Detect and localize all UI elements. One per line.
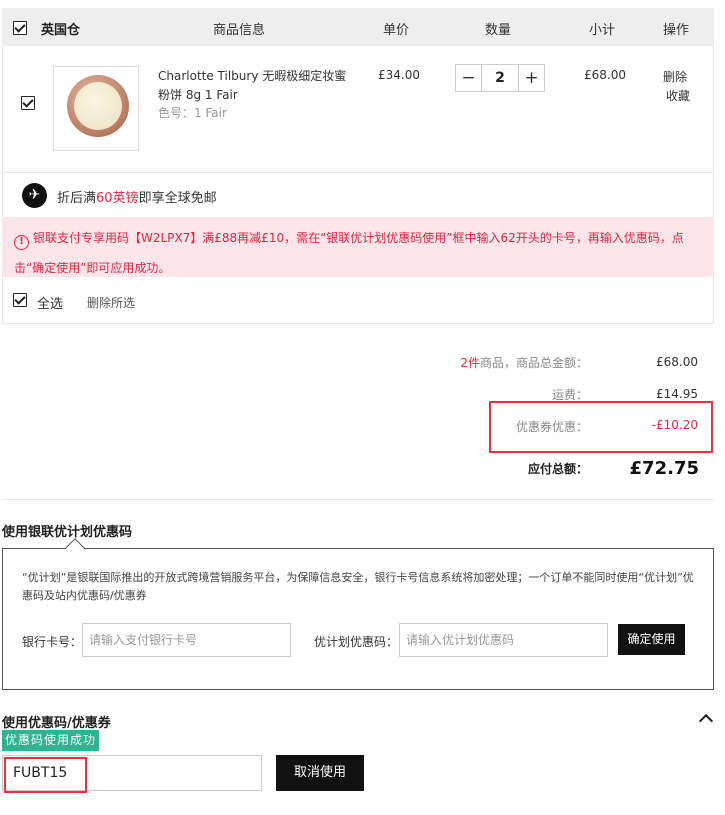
unionpay-code-label: 优计划优惠码： (314, 635, 399, 649)
divider (2, 499, 714, 500)
column-quantity: 数量 (485, 23, 512, 38)
free-shipping-suffix: 即享全球免邮 (138, 191, 217, 206)
column-subtotal: 小计 (589, 23, 616, 38)
divider (2, 172, 714, 173)
delete-selected-link[interactable]: 删除所选 (87, 294, 135, 311)
quantity-decrease-button[interactable]: − (456, 65, 482, 91)
product-name-line2[interactable]: 粉饼 8g 1 Fair (158, 86, 238, 103)
item-count: 2件 (460, 356, 480, 370)
unit-price: £34.00 (378, 68, 420, 82)
column-actions: 操作 (663, 23, 690, 38)
cancel-coupon-button[interactable]: 取消使用 (276, 755, 364, 791)
highlight-box-coupon (4, 757, 87, 793)
quantity-value[interactable]: 2 (483, 65, 517, 91)
bank-card-input[interactable]: 请输入支付银行卡号 (82, 623, 291, 657)
delete-item-link[interactable]: 删除 (663, 68, 687, 85)
select-all-label[interactable]: 全选 (37, 293, 63, 312)
free-shipping-amount: 60英镑 (96, 191, 139, 206)
warehouse-label: 英国仓 (41, 23, 81, 38)
unionpay-description: “优计划”是银联国际推出的开放式跨境营销服务平台，为保障信息安全，银行卡号信息系… (22, 571, 694, 602)
bank-card-label: 银行卡号： (22, 635, 83, 649)
unionpay-code-input[interactable]: 请输入优计划优惠码 (399, 623, 608, 657)
airplane-icon: ✈ (22, 183, 47, 208)
unionpay-promo-banner: ! 银联支付专享用码【W2LPX7】满£88再减£10，需在“银联优计划优惠码使用… (2, 217, 714, 277)
free-shipping-prefix: 折后满 (57, 191, 97, 206)
coupon-section-title: 使用优惠码/优惠券 (2, 716, 111, 731)
payable-total-value: £72.75 (629, 458, 699, 479)
shipping-value: £14.95 (656, 387, 698, 401)
confirm-unionpay-button[interactable]: 确定使用 (618, 624, 685, 655)
unionpay-section-title: 使用银联优计划优惠码 (2, 525, 133, 540)
item-subtotal: £68.00 (584, 68, 626, 82)
favorite-item-link[interactable]: 收藏 (666, 87, 690, 104)
coupon-success-badge: 优惠码使用成功 (2, 730, 100, 751)
column-unit-price: 单价 (383, 23, 410, 38)
quantity-increase-button[interactable]: + (518, 65, 544, 91)
goods-total-value: £68.00 (656, 355, 698, 369)
chevron-up-icon[interactable] (698, 713, 714, 729)
column-product-info: 商品信息 (213, 23, 266, 38)
select-all-checkbox[interactable] (13, 293, 27, 307)
highlight-box-discount (489, 401, 713, 453)
unionpay-promo-text: 银联支付专享用码【W2LPX7】满£88再减£10，需在“银联优计划优惠码使用”… (14, 231, 684, 275)
product-image[interactable] (53, 66, 139, 151)
quantity-stepper: − 2 + (455, 64, 545, 92)
free-shipping-promo: 折后满60英镑即享全球免邮 (57, 187, 217, 206)
powder-compact-icon (67, 75, 129, 137)
payable-total-label: 应付总额： (527, 462, 588, 476)
warehouse-checkbox[interactable] (13, 21, 27, 35)
item-checkbox[interactable] (21, 96, 35, 110)
goods-total-label: 2件商品，商品总金额： (460, 356, 588, 370)
product-name-line1[interactable]: Charlotte Tilbury 无暇极细定妆蜜 (158, 67, 346, 84)
product-shade: 色号：1 Fair (158, 106, 227, 120)
alert-icon: ! (14, 235, 29, 250)
